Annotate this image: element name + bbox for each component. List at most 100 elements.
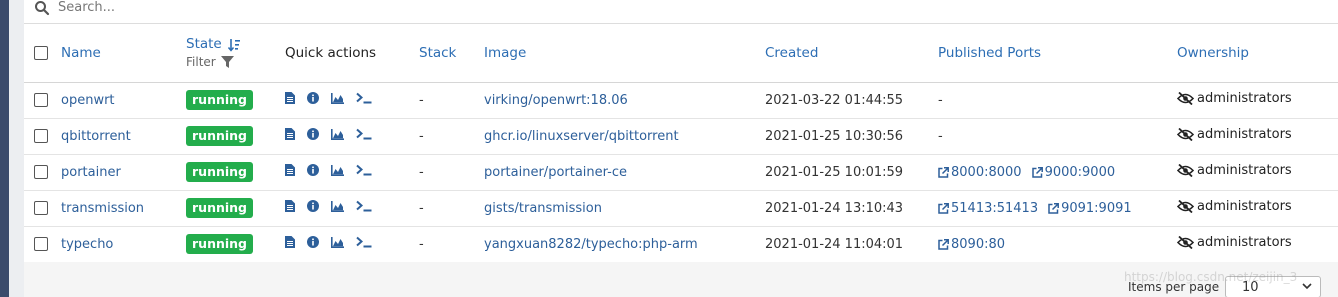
port-link[interactable]: 9000:9000 xyxy=(1031,164,1116,180)
info-icon[interactable] xyxy=(307,200,319,212)
eye-slash-icon xyxy=(1177,128,1194,141)
created-value: 2021-01-25 10:01:59 xyxy=(765,164,904,180)
container-name-link[interactable]: transmission xyxy=(61,201,144,216)
select-all-checkbox[interactable] xyxy=(34,45,48,60)
sort-icon[interactable] xyxy=(227,38,241,52)
ownership: administrators xyxy=(1177,199,1292,214)
stack-column-header[interactable]: Stack xyxy=(419,45,456,61)
row-checkbox[interactable] xyxy=(34,165,48,179)
image-link[interactable]: gists/transmission xyxy=(484,201,602,216)
image-link[interactable]: yangxuan8282/typecho:php-arm xyxy=(484,237,698,252)
terminal-icon[interactable] xyxy=(356,128,372,140)
row-checkbox[interactable] xyxy=(34,93,48,107)
state-filter[interactable]: Filter xyxy=(186,55,285,69)
row-checkbox[interactable] xyxy=(34,129,48,143)
stack-value: - xyxy=(419,236,424,252)
search-bar xyxy=(24,0,1338,24)
ports-empty: - xyxy=(938,128,943,144)
stack-value: - xyxy=(419,128,424,144)
eye-slash-icon xyxy=(1177,236,1194,249)
ownership-label: administrators xyxy=(1197,235,1292,250)
chart-icon[interactable] xyxy=(331,92,344,104)
ownership: administrators xyxy=(1177,235,1292,250)
row-checkbox[interactable] xyxy=(34,237,48,251)
external-link-icon xyxy=(938,238,949,250)
state-filter-label: Filter xyxy=(186,55,216,70)
ownership-column-header[interactable]: Ownership xyxy=(1177,45,1249,61)
chart-icon[interactable] xyxy=(331,164,344,176)
port-link[interactable]: 8090:80 xyxy=(938,237,1005,252)
container-name-link[interactable]: openwrt xyxy=(61,93,115,108)
watermark: https://blog.csdn.net/zeijin_3 xyxy=(1124,270,1298,284)
state-column-header[interactable]: State xyxy=(186,36,222,52)
table-row: qbittorrent running - ghcr.io/linuxserve… xyxy=(24,118,1338,154)
sidebar-edge xyxy=(0,0,9,297)
published-ports: - xyxy=(938,118,1177,154)
terminal-icon[interactable] xyxy=(356,236,372,248)
container-name-link[interactable]: qbittorrent xyxy=(61,129,131,144)
stack-value: - xyxy=(419,200,424,216)
eye-slash-icon xyxy=(1177,200,1194,213)
port-link[interactable]: 51413:51413 xyxy=(938,201,1038,216)
table-header-row: Name State Filter Quick actions Stack Im… xyxy=(24,24,1338,82)
info-icon[interactable] xyxy=(307,164,319,176)
container-name-link[interactable]: typecho xyxy=(61,237,113,252)
file-icon[interactable] xyxy=(285,128,295,140)
search-icon xyxy=(35,0,50,15)
chart-icon[interactable] xyxy=(331,236,344,248)
published-ports: 8000:8000 9000:9000 xyxy=(938,154,1177,190)
port-mapping: 8090:80 xyxy=(951,236,1006,252)
chart-icon[interactable] xyxy=(331,200,344,212)
ownership-label: administrators xyxy=(1197,163,1292,178)
container-name-link[interactable]: portainer xyxy=(61,165,121,180)
image-column-header[interactable]: Image xyxy=(484,45,526,61)
ownership: administrators xyxy=(1177,163,1292,178)
info-icon[interactable] xyxy=(307,92,319,104)
image-link[interactable]: virking/openwrt:18.06 xyxy=(484,93,628,108)
external-link-icon xyxy=(1048,202,1060,214)
table-row: typecho running - yangxuan8282/typecho:p… xyxy=(24,226,1338,262)
ownership: administrators xyxy=(1177,91,1292,106)
external-link-icon xyxy=(938,202,949,214)
table-row: openwrt running - virking/openwrt:18.06 … xyxy=(24,82,1338,118)
terminal-icon[interactable] xyxy=(356,164,372,176)
search-input[interactable] xyxy=(58,0,658,15)
created-value: 2021-01-25 10:30:56 xyxy=(765,128,904,144)
port-link[interactable]: 9091:9091 xyxy=(1048,201,1132,216)
containers-table: Name State Filter Quick actions Stack Im… xyxy=(24,24,1338,263)
file-icon[interactable] xyxy=(285,236,295,248)
port-mapping: 9091:9091 xyxy=(1061,200,1132,216)
quick-actions xyxy=(285,164,372,176)
row-checkbox[interactable] xyxy=(34,201,48,215)
terminal-icon[interactable] xyxy=(356,92,372,104)
stack-value: - xyxy=(419,164,424,180)
image-link[interactable]: portainer/portainer-ce xyxy=(484,165,627,180)
quick-actions xyxy=(285,92,372,104)
status-badge: running xyxy=(186,90,253,110)
quick-actions xyxy=(285,236,372,248)
file-icon[interactable] xyxy=(285,164,295,176)
file-icon[interactable] xyxy=(285,200,295,212)
external-link-icon xyxy=(1031,166,1043,178)
chevron-down-icon xyxy=(1302,283,1312,290)
ownership: administrators xyxy=(1177,127,1292,142)
port-mapping: 9000:9000 xyxy=(1044,164,1116,180)
quick-actions xyxy=(285,128,372,140)
info-icon[interactable] xyxy=(307,236,319,248)
published-ports: - xyxy=(938,82,1177,118)
terminal-icon[interactable] xyxy=(356,200,372,212)
published-ports-column-header[interactable]: Published Ports xyxy=(938,45,1041,61)
status-badge: running xyxy=(186,198,253,218)
file-icon[interactable] xyxy=(285,92,295,104)
name-column-header[interactable]: Name xyxy=(61,45,101,61)
created-column-header[interactable]: Created xyxy=(765,45,818,61)
status-badge: running xyxy=(186,234,253,254)
containers-panel: Name State Filter xyxy=(24,0,1338,297)
created-value: 2021-03-22 01:44:55 xyxy=(765,92,904,108)
info-icon[interactable] xyxy=(307,128,319,140)
image-link[interactable]: ghcr.io/linuxserver/qbittorrent xyxy=(484,129,679,144)
port-link[interactable]: 8000:8000 xyxy=(938,165,1022,180)
status-badge: running xyxy=(186,162,253,182)
ownership-label: administrators xyxy=(1197,91,1292,106)
chart-icon[interactable] xyxy=(331,128,344,140)
